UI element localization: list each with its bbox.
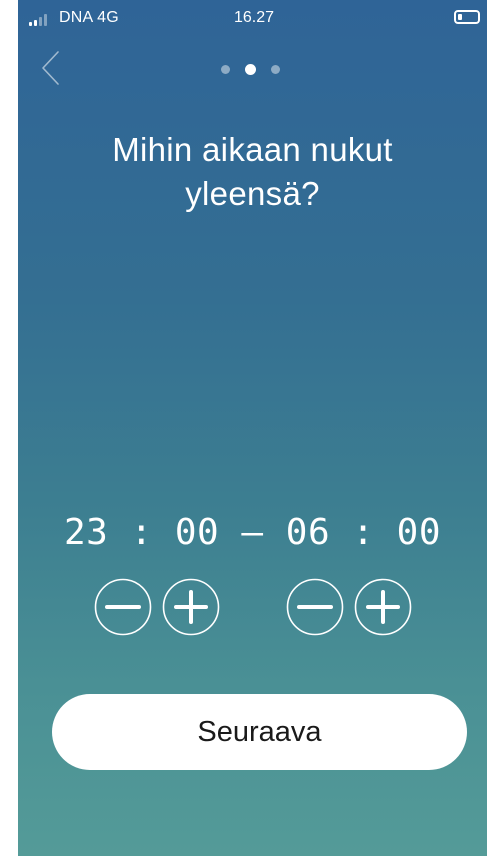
signal-strength-icon xyxy=(29,14,47,26)
chevron-left-icon xyxy=(42,51,59,85)
minus-circle-icon xyxy=(286,578,344,636)
start-time-decrement-button[interactable] xyxy=(94,578,152,636)
app-screen: DNA 4G 16.27 Mihin aikaan nukut yleensä?… xyxy=(18,0,487,856)
end-time: 06 : 00 xyxy=(285,512,441,553)
next-button[interactable]: Seuraava xyxy=(52,694,467,770)
end-time-increment-button[interactable] xyxy=(354,578,412,636)
end-time-decrement-button[interactable] xyxy=(286,578,344,636)
page-dot xyxy=(271,65,280,74)
start-time-increment-button[interactable] xyxy=(162,578,220,636)
question-line-1: Mihin aikaan nukut xyxy=(112,131,393,168)
battery-icon xyxy=(454,10,480,24)
plus-circle-icon xyxy=(162,578,220,636)
plus-circle-icon xyxy=(354,578,412,636)
time-separator: — xyxy=(241,512,264,553)
question-title: Mihin aikaan nukut yleensä? xyxy=(18,128,487,216)
back-button[interactable] xyxy=(38,48,68,88)
start-time: 23 : 00 xyxy=(64,512,220,553)
page-dot xyxy=(245,64,256,75)
status-bar: DNA 4G 16.27 xyxy=(18,0,487,34)
page-indicator xyxy=(221,64,280,75)
minus-circle-icon xyxy=(94,578,152,636)
sleep-time-range: 23 : 00 — 06 : 00 xyxy=(18,512,487,553)
status-time: 16.27 xyxy=(234,9,275,26)
end-time-stepper xyxy=(286,578,412,636)
start-time-stepper xyxy=(94,578,220,636)
battery-level xyxy=(458,14,462,20)
page-dot xyxy=(221,65,230,74)
carrier-label: DNA 4G xyxy=(59,9,119,26)
question-line-2: yleensä? xyxy=(185,175,320,212)
